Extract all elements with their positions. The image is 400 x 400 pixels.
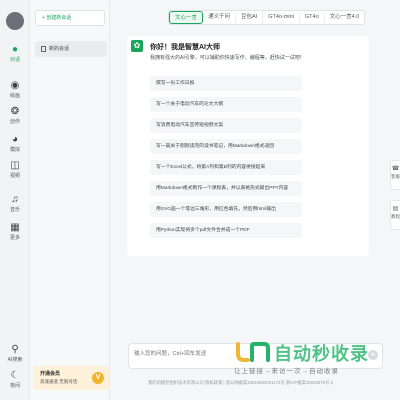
grid-icon: ▦ (10, 222, 20, 233)
document-icon (41, 45, 46, 52)
tab-gt4o[interactable]: GT4o (300, 11, 325, 24)
model-tabs: 文心一言 通义千问 豆包AI GT4o-mini GT4o 文心一言4.0 (168, 10, 366, 25)
suggestion-item[interactable]: 用Python实现将多个pdf文件合并成一个PDF (150, 223, 302, 238)
rail-item-label: 视频 (9, 173, 20, 179)
tutorial-button[interactable]: ▤ 教程 (390, 200, 400, 230)
rail-item-chat[interactable]: ● 对话 (0, 44, 30, 64)
suggestion-item[interactable]: 用Markdown格式制作一个课程表，并以表格形式输出PPT内容 (150, 181, 302, 196)
greeting-intro: 我拥有强大的AI引擎，可以辅助你快速写作、编程等，赶快试一试吧! (150, 55, 302, 61)
tab-doubao[interactable]: 豆包AI (236, 11, 264, 24)
avatar[interactable] (6, 12, 24, 30)
rail-item-label: 对话 (9, 57, 20, 63)
suggestion-item[interactable]: 撰写一份工作日报 (150, 76, 302, 91)
headset-icon: ☎ (391, 166, 400, 172)
rail-item-label: AI搜索 (7, 357, 23, 363)
conversation-item-label: 新的会话 (49, 46, 70, 52)
side-button-label: 教程 (391, 214, 400, 219)
rail-item-simulate[interactable]: ◕ 模拟 (0, 134, 30, 154)
new-chat-button[interactable]: + 创建新会话 (35, 10, 105, 26)
tab-wenxin-4[interactable]: 文心一言4.0 (325, 11, 365, 24)
conversation-panel: + 创建新会话 新的会话 (30, 0, 110, 400)
chat-icon: ● (11, 44, 19, 55)
send-icon[interactable]: ➤ (368, 350, 378, 360)
suggestion-item[interactable]: 用SVG画一个等边三角形，用红色填充，然后用html输出 (150, 202, 302, 217)
palette-icon: ◉ (10, 80, 20, 91)
upgrade-title: 开通会员 (40, 371, 61, 377)
suggestion-item[interactable]: 写一个Excel公式，将第A列和第B列的内容拼接起来 (150, 160, 302, 175)
vip-badge-icon: V (92, 372, 104, 384)
left-rail: ● 对话 ◉ 绘画 ❂ 创作 ◕ 模拟 ◫ 视频 ♫ 音乐 ▦ 更多 ⚲ AI搜… (0, 0, 30, 400)
rail-item-label: 更多 (9, 235, 20, 241)
suggestion-item[interactable]: 写消费电动汽车宣传短视频文案 (150, 118, 302, 133)
message-input[interactable] (134, 349, 334, 359)
music-icon: ♫ (11, 194, 19, 205)
feather-icon: ❂ (10, 106, 20, 117)
rail-item-label: 绘画 (9, 93, 20, 99)
brain-icon: ◕ (11, 134, 19, 145)
welcome-card: ✿ 你好！我是智慧AI大师 我拥有强大的AI引擎，可以辅助你快速写作、编程等，赶… (127, 36, 369, 256)
upgrade-subtitle: 高速通道 无限对话 (40, 379, 78, 384)
message-composer: ➤ (128, 343, 383, 369)
suggestion-item[interactable]: 写一篇关于刚刚读完的读书笔记，用Markdown格式返回 (150, 139, 302, 154)
rail-item-label: 夜间 (9, 383, 20, 389)
rail-item-paint[interactable]: ◉ 绘画 (0, 80, 30, 100)
search-icon: ⚲ (11, 344, 19, 355)
side-button-label: 客服 (391, 174, 400, 179)
suggestion-item[interactable]: 写一个关于电动汽车的论文大纲 (150, 97, 302, 112)
tab-gt4o-mini[interactable]: GT4o-mini (263, 11, 300, 24)
bot-icon: ✿ (131, 40, 143, 52)
book-icon: ▤ (392, 206, 399, 212)
tab-tongyi[interactable]: 通义千问 (203, 11, 237, 24)
rail-item-label: 模拟 (9, 147, 20, 153)
rail-item-create[interactable]: ❂ 创作 (0, 106, 30, 126)
tab-wenxin[interactable]: 文心一言 (169, 11, 204, 24)
conversation-item[interactable]: 新的会话 (35, 41, 107, 57)
rail-item-music[interactable]: ♫ 音乐 (0, 194, 30, 214)
rail-item-label: 创作 (9, 119, 20, 125)
video-icon: ◫ (10, 160, 20, 171)
rail-item-more[interactable]: ▦ 更多 (0, 222, 30, 242)
rail-item-label: 音乐 (9, 207, 20, 213)
footer-text: 我的的模型组织技术有限公司 隐私政策 | 浙公网备案33010502001174… (148, 380, 334, 385)
rail-item-night[interactable]: ☾ 夜间 (0, 370, 30, 390)
customer-service-button[interactable]: ☎ 客服 (390, 160, 400, 190)
moon-icon: ☾ (10, 370, 20, 381)
upgrade-banner[interactable]: 开通会员 高速通道 无限对话 V (33, 366, 109, 390)
rail-item-video[interactable]: ◫ 视频 (0, 160, 30, 180)
rail-item-ai-search[interactable]: ⚲ AI搜索 (0, 344, 30, 364)
greeting-title: 你好！我是智慧AI大师 (150, 44, 220, 51)
